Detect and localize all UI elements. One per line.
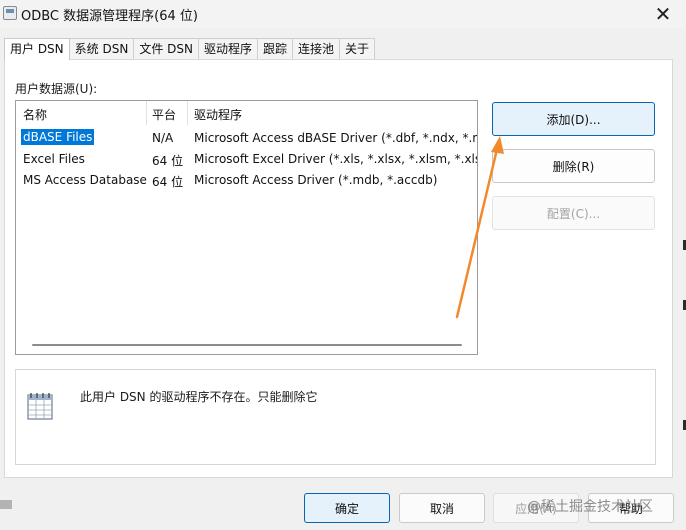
list-item-name: Excel Files [23, 152, 85, 166]
tab-user-dsn[interactable]: 用户 DSN [4, 38, 70, 60]
list-item-platform: 64 位 [152, 154, 184, 168]
tab-system-dsn[interactable]: 系统 DSN [68, 38, 135, 59]
odbc-window: ODBC 数据源管理程序(64 位) ✕ 用户 DSN 系统 DSN 文件 DS… [0, 0, 686, 530]
info-box: 此用户 DSN 的驱动程序不存在。只能删除它 [15, 369, 656, 465]
odbc-app-icon [3, 6, 17, 20]
info-message: 此用户 DSN 的驱动程序不存在。只能删除它 [80, 390, 318, 404]
list-item[interactable]: MS Access Database 64 位 Microsoft Access… [16, 170, 477, 191]
add-button[interactable]: 添加(D)... [492, 102, 655, 136]
close-button[interactable]: ✕ [640, 0, 686, 28]
tab-file-dsn[interactable]: 文件 DSN [133, 38, 199, 59]
list-item[interactable]: dBASE Files N/A Microsoft Access dBASE D… [16, 128, 478, 149]
list-item-driver: Microsoft Access dBASE Driver (*.dbf, *.… [194, 131, 478, 145]
ok-button[interactable]: 确定 [304, 493, 390, 523]
window-title: ODBC 数据源管理程序(64 位) [21, 9, 198, 24]
column-header-name[interactable]: 名称 [23, 106, 47, 123]
user-data-sources-label: 用户数据源(U): [15, 82, 98, 96]
tab-bar: 用户 DSN 系统 DSN 文件 DSN 驱动程序 跟踪 连接池 关于 [4, 38, 376, 60]
data-source-list[interactable]: 名称 平台 驱动程序 dBASE Files N/A Microsoft Acc… [15, 100, 478, 355]
tab-about[interactable]: 关于 [339, 38, 376, 59]
list-item[interactable]: Excel Files 64 位 Microsoft Excel Driver … [16, 149, 478, 170]
list-item-name: dBASE Files [21, 129, 95, 145]
tab-drivers[interactable]: 驱动程序 [197, 38, 258, 59]
tab-tracing[interactable]: 跟踪 [256, 38, 293, 59]
cancel-button[interactable]: 取消 [399, 493, 485, 523]
remove-button[interactable]: 删除(R) [492, 149, 655, 183]
list-item-driver: Microsoft Access Driver (*.mdb, *.accdb) [194, 173, 438, 187]
title-bar: ODBC 数据源管理程序(64 位) ✕ [0, 0, 686, 28]
column-header-platform[interactable]: 平台 [152, 106, 176, 123]
column-divider[interactable] [146, 101, 147, 125]
list-item-name: MS Access Database [23, 173, 147, 187]
horizontal-scrollbar[interactable] [32, 344, 462, 346]
resize-grip-icon [0, 500, 12, 509]
list-item-platform: 64 位 [152, 175, 184, 189]
list-item-platform: N/A [152, 131, 174, 145]
tab-connection-pooling[interactable]: 连接池 [292, 38, 341, 59]
column-divider[interactable] [187, 101, 188, 125]
column-header-driver[interactable]: 驱动程序 [194, 106, 242, 123]
data-source-table-icon [27, 393, 53, 420]
list-header: 名称 平台 驱动程序 [16, 101, 477, 127]
configure-button[interactable]: 配置(C)... [492, 196, 655, 230]
watermark: @稀土掘金技术社区 [527, 499, 653, 515]
list-item-driver: Microsoft Excel Driver (*.xls, *.xlsx, *… [194, 152, 478, 166]
